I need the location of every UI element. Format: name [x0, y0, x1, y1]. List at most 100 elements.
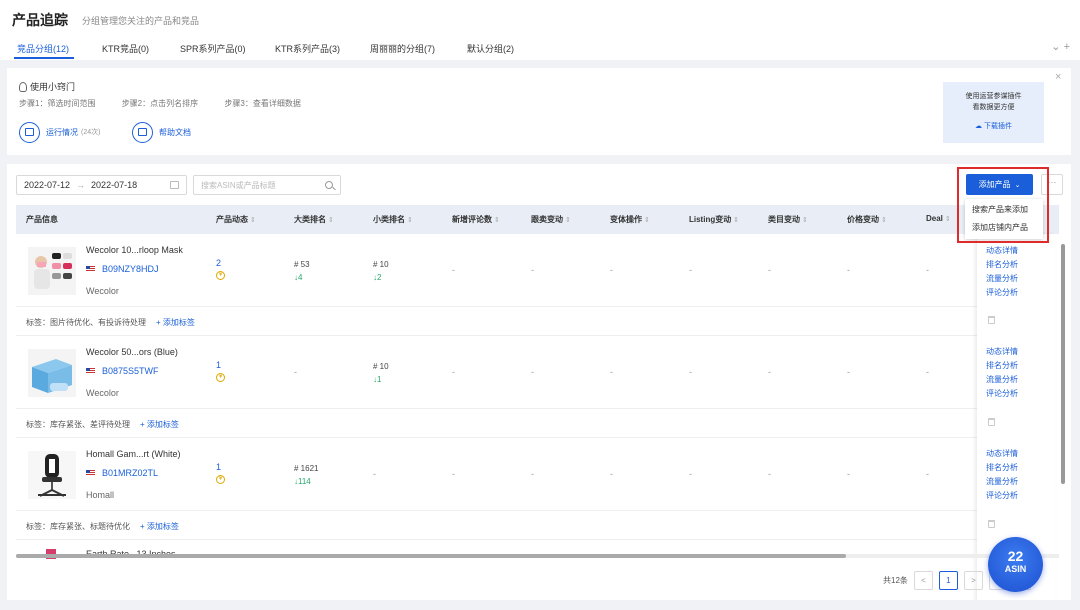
dynamic-count-link[interactable]: 2	[216, 258, 221, 268]
col-deal[interactable]: Deal ⇕	[926, 214, 951, 223]
delete-icon[interactable]	[988, 316, 995, 324]
delete-icon[interactable]	[988, 520, 995, 528]
tag-row: 标签：图片待优化、有投诉待处理 + 添加标签	[16, 307, 978, 336]
tab-default-group[interactable]: 默认分组(2)	[467, 42, 514, 55]
tab-spr-series[interactable]: SPR系列产品(0)	[180, 42, 246, 55]
next-page-button[interactable]: >	[963, 570, 983, 590]
variant-ops: -	[610, 265, 613, 275]
tips-panel: 使用小窍门 步骤1：筛选时间范围 步骤2：点击列名排序 步骤3：查看详细数据 运…	[7, 68, 1071, 155]
date-range-picker[interactable]: 2022-07-12 → 2022-07-18	[16, 175, 187, 195]
sort-icon: ⇕	[328, 217, 334, 224]
category-change: -	[768, 367, 771, 377]
row-3-ops: 动态详情 排名分析 流量分析 评论分析	[986, 447, 1018, 503]
scrollbar-thumb[interactable]	[16, 554, 846, 558]
sort-icon: ⇕	[407, 217, 413, 224]
search-field[interactable]	[193, 175, 341, 195]
product-thumbnail	[28, 451, 76, 499]
brand: Wecolor	[86, 286, 119, 296]
big-rank: # 1621 ↓114	[294, 464, 319, 486]
add-tag-button[interactable]: + 添加标签	[156, 318, 195, 327]
op-dynamic-detail[interactable]: 动态详情	[986, 244, 1018, 258]
row-2-ops: 动态详情 排名分析 流量分析 评论分析	[986, 345, 1018, 401]
sort-icon: ⇕	[733, 217, 740, 224]
horizontal-scrollbar[interactable]	[16, 554, 1059, 558]
op-rank-analysis[interactable]: 排名分析	[986, 258, 1018, 272]
col-dynamic[interactable]: 产品动态 ⇕	[216, 214, 256, 225]
add-tag-button[interactable]: + 添加标签	[140, 420, 179, 429]
chart-icon	[19, 121, 40, 143]
download-plugin-link[interactable]: ☁ 下载插件	[943, 121, 1044, 132]
table-row[interactable]: Homall Gam...rt (White) B01MRZ02TL Homal…	[16, 438, 978, 511]
product-name: Wecolor 50...ors (Blue)	[86, 347, 178, 357]
product-name: Homall Gam...rt (White)	[86, 449, 181, 459]
vertical-scrollbar[interactable]	[1061, 234, 1065, 554]
total-count: 共12条	[883, 575, 908, 585]
search-icon[interactable]	[325, 181, 333, 189]
col-small-rank[interactable]: 小类排名 ⇕	[373, 214, 413, 225]
op-dynamic-detail[interactable]: 动态详情	[986, 345, 1018, 359]
tab-ktr-competitor[interactable]: KTR竞品(0)	[102, 42, 149, 55]
asin-link[interactable]: B09NZY8HDJ	[102, 264, 159, 274]
variant-ops: -	[610, 367, 613, 377]
page-header: 产品追踪 分组管理您关注的产品和竞品 竞品分组(12) KTR竞品(0) SPR…	[0, 0, 1080, 60]
asin-count-badge[interactable]: 22 ASIN	[988, 537, 1043, 592]
col-price-change[interactable]: 价格变动 ⇕	[847, 214, 887, 225]
row-1-ops: 动态详情 排名分析 流量分析 评论分析	[986, 244, 1018, 300]
plugin-promo[interactable]: 使用运营参谋插件 看数据更方便 ☁ 下载插件	[943, 82, 1044, 143]
col-listing-change[interactable]: Listing变动 ⇕	[689, 214, 739, 225]
col-new-reviews[interactable]: 新增评论数 ⇕	[452, 214, 500, 225]
variant-ops: -	[610, 469, 613, 479]
op-review-analysis[interactable]: 评论分析	[986, 489, 1018, 503]
tab-ktr-series[interactable]: KTR系列产品(3)	[275, 42, 340, 55]
col-big-rank[interactable]: 大类排名 ⇕	[294, 214, 334, 225]
seller-change: -	[531, 367, 534, 377]
tips-title: 使用小窍门	[19, 80, 75, 93]
price-change: -	[847, 265, 850, 275]
op-review-analysis[interactable]: 评论分析	[986, 286, 1018, 300]
col-category-change[interactable]: 类目变动 ⇕	[768, 214, 808, 225]
small-rank: # 10 ↓1	[373, 362, 389, 384]
add-tag-button[interactable]: + 添加标签	[140, 522, 179, 531]
category-change: -	[768, 265, 771, 275]
sort-icon: ⇕	[944, 216, 951, 223]
dynamic-count-link[interactable]: 1	[216, 462, 221, 472]
document-icon	[132, 121, 153, 143]
tag-row: 标签：库存紧张、差评待处理 + 添加标签	[16, 409, 978, 438]
listing-change: -	[689, 265, 692, 275]
op-review-analysis[interactable]: 评论分析	[986, 387, 1018, 401]
dynamic-count-link[interactable]: 1	[216, 360, 221, 370]
help-doc-button[interactable]: 帮助文档	[132, 121, 191, 143]
highlight-box	[957, 167, 1049, 243]
search-input[interactable]	[201, 180, 311, 190]
col-seller-change[interactable]: 跟卖变动 ⇕	[531, 214, 571, 225]
table-row[interactable]: Wecolor 10...rloop Mask B09NZY8HDJ Wecol…	[16, 234, 978, 307]
asin-link[interactable]: B01MRZ02TL	[102, 468, 158, 478]
op-traffic-analysis[interactable]: 流量分析	[986, 373, 1018, 387]
prev-page-button[interactable]: <	[913, 570, 933, 590]
op-dynamic-detail[interactable]: 动态详情	[986, 447, 1018, 461]
col-variant-ops[interactable]: 变体操作 ⇕	[610, 214, 650, 225]
asin-link[interactable]: B0875S5TWF	[102, 366, 159, 376]
tab-competitor-group[interactable]: 竞品分组(12)	[17, 42, 69, 55]
brand: Homall	[86, 490, 115, 500]
tab-zhou-group[interactable]: 周丽丽的分组(7)	[370, 42, 435, 55]
scrollbar-thumb[interactable]	[1061, 244, 1065, 484]
op-rank-analysis[interactable]: 排名分析	[986, 461, 1018, 475]
seller-change: -	[531, 469, 534, 479]
delete-icon[interactable]	[988, 418, 995, 426]
op-rank-analysis[interactable]: 排名分析	[986, 359, 1018, 373]
date-start: 2022-07-12	[24, 180, 71, 190]
tab-tools[interactable]: ⌄ +	[1051, 40, 1070, 53]
group-tabs: 竞品分组(12) KTR竞品(0) SPR系列产品(0) KTR系列产品(3) …	[0, 40, 1080, 60]
table-row[interactable]: Wecolor 50...ors (Blue) B0875S5TWF Wecol…	[16, 336, 978, 409]
close-icon[interactable]: ×	[1055, 71, 1061, 83]
calendar-icon	[170, 181, 179, 189]
page-1-button[interactable]: 1	[938, 570, 958, 590]
deal: -	[926, 469, 929, 479]
page-title: 产品追踪	[12, 12, 68, 28]
run-status-button[interactable]: 运行情况 (24次)	[19, 121, 100, 143]
seller-change: -	[531, 265, 534, 275]
op-traffic-analysis[interactable]: 流量分析	[986, 475, 1018, 489]
op-traffic-analysis[interactable]: 流量分析	[986, 272, 1018, 286]
step-1: 步骤1：筛选时间范围	[19, 99, 96, 108]
